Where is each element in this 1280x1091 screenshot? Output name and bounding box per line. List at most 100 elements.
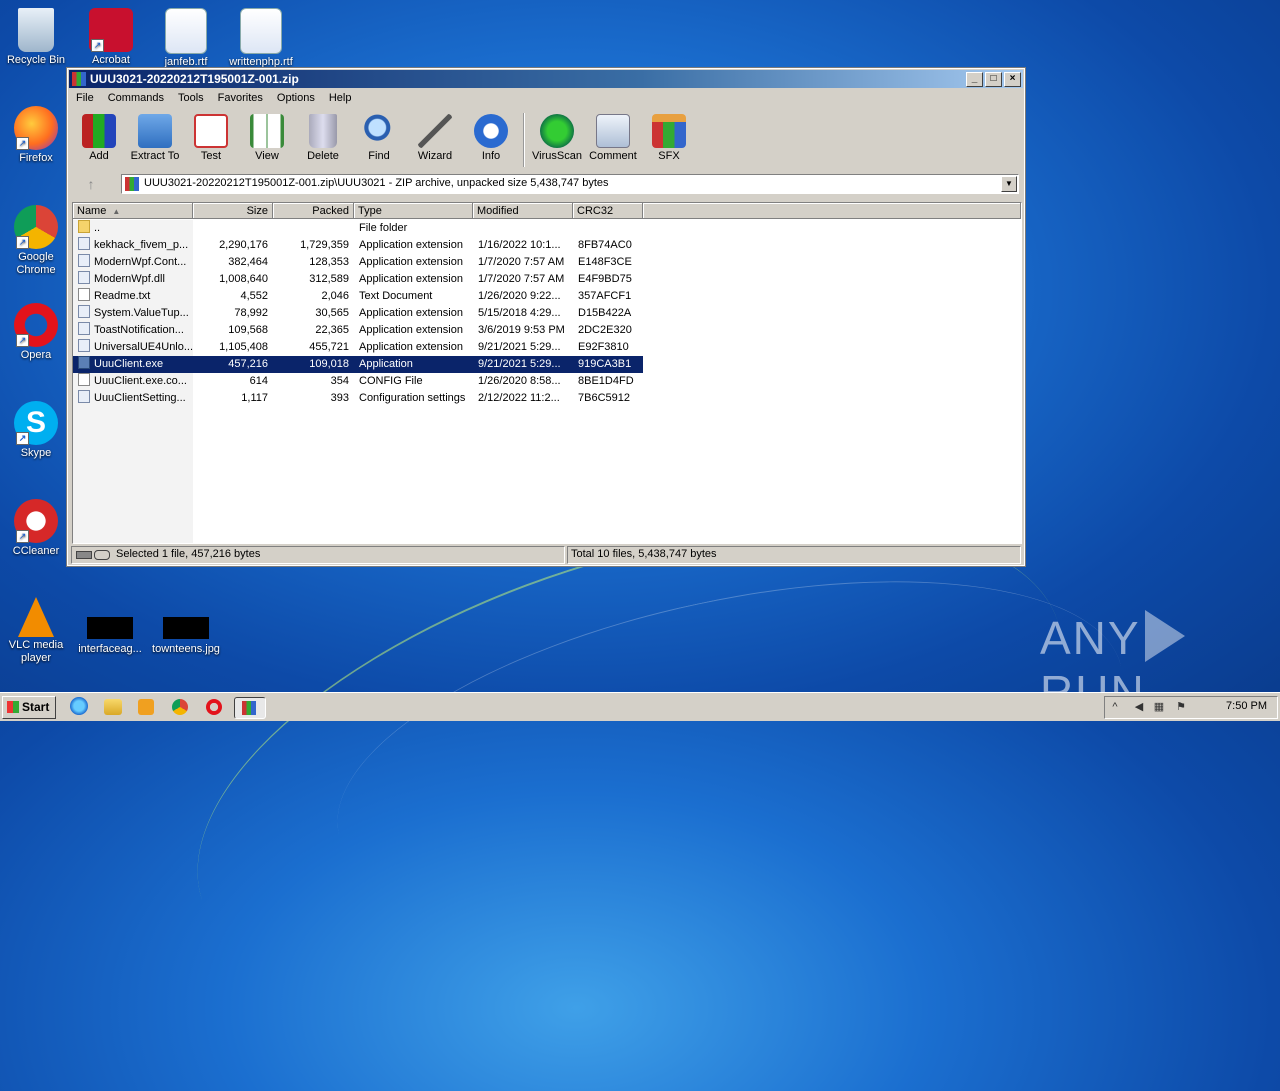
table-row[interactable]: UuuClient.exe.co... 614 354 CONFIG File 1/26… <box>73 373 643 390</box>
network-icon[interactable]: ▦ <box>1153 701 1165 713</box>
cell-modified: 1/16/2022 10:1... <box>478 239 561 251</box>
menu-bar: File Commands Tools Favorites Options He… <box>69 89 1023 108</box>
desktop-icon-vlc[interactable]: VLC media player <box>1 597 71 665</box>
action-center-flag-icon[interactable]: ⚑ <box>1175 701 1187 713</box>
shortcut-arrow-icon: ↗ <box>16 236 29 249</box>
cell-size: 614 <box>249 375 268 387</box>
magic-wand-icon <box>418 114 452 148</box>
file-rows: .. File folder kekhack_fivem_p... 2,290,176… <box>73 220 643 407</box>
winrar-icon <box>125 177 139 191</box>
info-button[interactable]: Info <box>463 110 519 162</box>
desktop-icon-townteens[interactable]: townteens.jpg <box>151 617 221 656</box>
taskbar-media-player[interactable] <box>138 699 154 715</box>
winrar-icon <box>72 72 86 86</box>
column-header-name[interactable]: Name ▲ <box>73 203 193 219</box>
cell-size: 1,008,640 <box>219 273 268 285</box>
up-folder-button[interactable]: ↑ <box>73 174 109 194</box>
shortcut-arrow-icon: ↗ <box>16 137 29 150</box>
status-bar: Selected 1 file, 457,216 bytes Total 10 … <box>71 546 1021 564</box>
cell-type: Application extension <box>359 273 463 285</box>
table-row[interactable]: ModernWpf.dll 1,008,640 312,589 Application… <box>73 271 643 288</box>
path-bar: ↑ UUU3021-20220212T195001Z-001.zip\UUU30… <box>73 174 1019 196</box>
maximize-button[interactable]: □ <box>985 72 1002 87</box>
extract-to-button[interactable]: Extract To <box>127 110 183 162</box>
table-row[interactable]: .. File folder <box>73 220 643 237</box>
cell-crc: 357AFCF1 <box>578 290 632 302</box>
file-list[interactable]: Name ▲ Size Packed Type Modified CRC32 ..… <box>72 202 1022 544</box>
find-button[interactable]: Find <box>351 110 407 162</box>
table-row[interactable]: kekhack_fivem_p... 2,290,176 1,729,359 Appl… <box>73 237 643 254</box>
column-header-packed[interactable]: Packed <box>273 203 354 219</box>
column-header-crc32[interactable]: CRC32 <box>573 203 643 219</box>
column-header-modified[interactable]: Modified <box>473 203 573 219</box>
add-button[interactable]: Add <box>71 110 127 162</box>
cell-name: kekhack_fivem_p... <box>73 237 193 254</box>
table-row[interactable]: Readme.txt 4,552 2,046 Text Document 1/26/20… <box>73 288 643 305</box>
menu-help[interactable]: Help <box>322 89 359 108</box>
cell-modified: 1/26/2020 8:58... <box>478 375 561 387</box>
desktop-icon-chrome[interactable]: ↗ Google Chrome <box>1 205 71 277</box>
wizard-button[interactable]: Wizard <box>407 110 463 162</box>
desktop-icon-janfeb[interactable]: janfeb.rtf <box>151 8 221 69</box>
column-header-type[interactable]: Type <box>354 203 473 219</box>
cell-packed <box>273 220 354 237</box>
desktop-icon-recycle-bin[interactable]: Recycle Bin <box>1 8 71 67</box>
table-row[interactable]: UuuClientSetting... 1,117 393 Configuration… <box>73 390 643 407</box>
taskbar-opera[interactable] <box>206 699 222 715</box>
menu-tools[interactable]: Tools <box>171 89 211 108</box>
menu-options[interactable]: Options <box>270 89 322 108</box>
desktop-icon-firefox[interactable]: ↗ Firefox <box>1 106 71 165</box>
tray-expand-icon[interactable]: ^ <box>1109 701 1121 713</box>
close-button[interactable]: × <box>1004 72 1021 87</box>
taskbar-winrar[interactable] <box>234 697 266 719</box>
cell-type: Application extension <box>359 324 463 336</box>
clock[interactable]: 7:50 PM <box>1226 700 1267 712</box>
cell-packed: 393 <box>330 392 349 404</box>
delete-button[interactable]: Delete <box>295 110 351 162</box>
desktop-icon-writtenphp[interactable]: writtenphp.rtf <box>226 8 296 69</box>
word-document-icon <box>240 8 282 54</box>
minimize-button[interactable]: _ <box>966 72 983 87</box>
cell-modified: 2/12/2022 11:2... <box>478 392 560 404</box>
column-header-size[interactable]: Size <box>193 203 273 219</box>
desktop-icon-opera[interactable]: ↗ Opera <box>1 303 71 362</box>
menu-file[interactable]: File <box>69 89 101 108</box>
taskbar-explorer[interactable] <box>104 699 122 715</box>
cell-crc: 919CA3B1 <box>578 358 632 370</box>
dll-file-icon <box>78 322 90 335</box>
table-row[interactable]: UniversalUE4Unlo... 1,105,408 455,721 Appli… <box>73 339 643 356</box>
virusscan-button[interactable]: VirusScan <box>529 110 585 162</box>
desktop-icon-skype[interactable]: S ↗ Skype <box>1 401 71 460</box>
table-row[interactable]: System.ValueTup... 78,992 30,565 Applicatio… <box>73 305 643 322</box>
cell-modified: 3/6/2019 9:53 PM <box>478 324 565 336</box>
chevron-down-icon[interactable]: ▼ <box>1001 176 1017 192</box>
table-row[interactable]: ToastNotification... 109,568 22,365 Applica… <box>73 322 643 339</box>
start-button[interactable]: Start <box>2 696 56 719</box>
shortcut-arrow-icon: ↗ <box>16 530 29 543</box>
cell-name: ModernWpf.dll <box>73 271 193 288</box>
desktop-icon-acrobat[interactable]: ↗ Acrobat <box>76 8 146 67</box>
volume-icon[interactable]: ◀ <box>1133 701 1145 713</box>
desktop-icon-ccleaner[interactable]: ↗ CCleaner <box>1 499 71 558</box>
table-row[interactable]: UuuClient.exe 457,216 109,018 Application 9/… <box>73 356 643 373</box>
desktop-icon-interfaceag[interactable]: interfaceag... <box>75 617 145 656</box>
cell-crc: 8FB74AC0 <box>578 239 632 251</box>
cell-type: Application extension <box>359 256 463 268</box>
comment-button[interactable]: Comment <box>585 110 641 162</box>
path-combobox[interactable]: UUU3021-20220212T195001Z-001.zip\UUU3021… <box>121 174 1019 194</box>
window-titlebar[interactable]: UUU3021-20220212T195001Z-001.zip _ □ × <box>69 70 1023 88</box>
cell-type: Application extension <box>359 307 463 319</box>
table-row[interactable]: ModernWpf.Cont... 382,464 128,353 Applicati… <box>73 254 643 271</box>
recycle-bin-icon <box>18 8 54 52</box>
taskbar-chrome[interactable] <box>172 699 188 715</box>
cell-size: 2,290,176 <box>219 239 268 251</box>
taskbar-ie[interactable] <box>70 697 88 715</box>
comment-icon <box>596 114 630 148</box>
sfx-button[interactable]: SFX <box>641 110 697 162</box>
view-button[interactable]: View <box>239 110 295 162</box>
info-icon <box>474 114 508 148</box>
test-button[interactable]: Test <box>183 110 239 162</box>
cell-crc: 8BE1D4FD <box>578 375 634 387</box>
menu-commands[interactable]: Commands <box>101 89 171 108</box>
menu-favorites[interactable]: Favorites <box>211 89 270 108</box>
